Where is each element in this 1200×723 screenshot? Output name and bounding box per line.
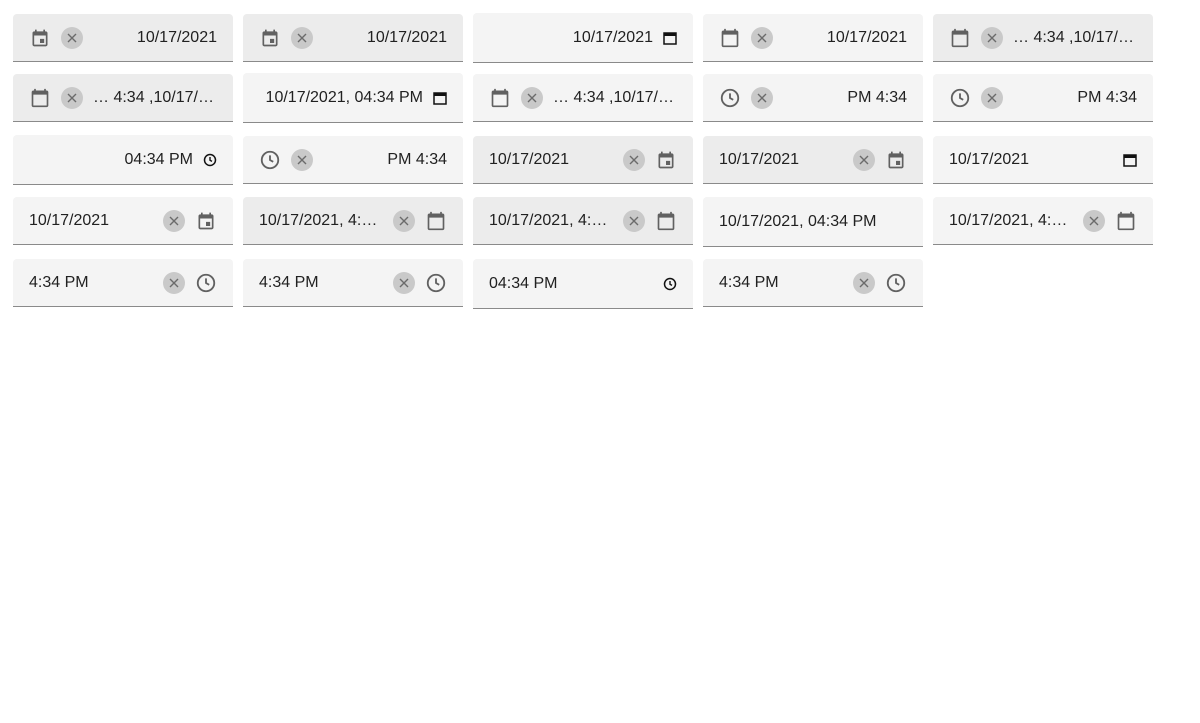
time-field-r3c2[interactable]: PM 4:34: [243, 136, 463, 184]
calendar-icon[interactable]: [949, 27, 971, 49]
clock-icon[interactable]: [259, 149, 281, 171]
field-value: 10/17/2021: [719, 150, 800, 168]
clear-icon[interactable]: [853, 148, 875, 171]
field-value: 04:34 PM: [489, 274, 558, 292]
clear-icon[interactable]: [393, 209, 415, 232]
clock-icon[interactable]: [425, 272, 447, 294]
calendar-icon[interactable]: [1123, 153, 1137, 167]
datetime-field-r4c2[interactable]: 10/17/2021, 4:34 PM: [243, 197, 463, 245]
calendar-icon[interactable]: [885, 149, 907, 171]
time-field-r5c4[interactable]: 4:34 PM: [703, 259, 923, 307]
field-value: 04:34 PM: [124, 150, 193, 168]
datetime-field-r4c5[interactable]: 10/17/2021, 4:34 PM: [933, 197, 1153, 245]
clock-icon[interactable]: [885, 272, 907, 294]
native-time-field-r5c3[interactable]: 04:34 PM: [473, 259, 693, 309]
calendar-icon[interactable]: [489, 87, 511, 109]
field-value: 4:34 PM: [29, 273, 89, 291]
field-value: 10/17/2021: [949, 150, 1030, 168]
clear-icon[interactable]: [291, 148, 313, 171]
date-field-r1c2[interactable]: 10/17/2021: [243, 14, 463, 62]
calendar-icon[interactable]: [655, 149, 677, 171]
field-value: … 4:34 ,10/17/2021: [553, 88, 677, 106]
field-value: 10/17/2021, 04:34 PM: [719, 212, 877, 230]
calendar-icon[interactable]: [425, 210, 447, 232]
clock-icon[interactable]: [663, 277, 677, 291]
date-field-r4c1[interactable]: 10/17/2021: [13, 197, 233, 245]
clear-icon[interactable]: [623, 148, 645, 171]
date-field-r1c4[interactable]: 10/17/2021: [703, 14, 923, 62]
time-field-r5c1[interactable]: 4:34 PM: [13, 259, 233, 307]
field-value: PM 4:34: [1077, 88, 1137, 106]
field-value: 10/17/2021: [572, 28, 653, 46]
field-value: 10/17/2021, 4:34 PM: [949, 211, 1073, 229]
clear-icon[interactable]: [291, 26, 313, 49]
clear-icon[interactable]: [751, 26, 773, 49]
calendar-icon[interactable]: [433, 91, 447, 105]
field-value: 10/17/2021: [29, 211, 110, 229]
field-value: PM 4:34: [387, 150, 447, 168]
field-value: 10/17/2021, 4:34 PM: [259, 211, 383, 229]
calendar-icon[interactable]: [1115, 210, 1137, 232]
calendar-icon[interactable]: [29, 87, 51, 109]
calendar-icon[interactable]: [719, 27, 741, 49]
date-field-r1c1[interactable]: 10/17/2021: [13, 14, 233, 62]
field-value: … 4:34 ,10/17/2021: [93, 88, 217, 106]
native-datetime-field-r2c2[interactable]: 10/17/2021, 04:34 PM: [243, 73, 463, 123]
clear-icon[interactable]: [521, 86, 543, 109]
native-time-field-r3c1[interactable]: 04:34 PM: [13, 135, 233, 185]
calendar-icon[interactable]: [655, 210, 677, 232]
field-value: 10/17/2021: [366, 28, 447, 46]
clear-icon[interactable]: [163, 209, 185, 232]
clear-icon[interactable]: [751, 86, 773, 109]
calendar-icon[interactable]: [259, 27, 281, 49]
datetime-field-r2c1[interactable]: … 4:34 ,10/17/2021: [13, 74, 233, 122]
clock-icon[interactable]: [949, 87, 971, 109]
clear-icon[interactable]: [1083, 209, 1105, 232]
field-value: 4:34 PM: [719, 273, 779, 291]
calendar-icon[interactable]: [195, 210, 217, 232]
clear-icon[interactable]: [981, 26, 1003, 49]
clear-icon[interactable]: [61, 86, 83, 109]
field-value: 4:34 PM: [259, 273, 319, 291]
field-value: … 4:34 ,10/17/2021: [1013, 28, 1137, 46]
clear-icon[interactable]: [393, 271, 415, 294]
clear-icon[interactable]: [853, 271, 875, 294]
calendar-icon[interactable]: [663, 31, 677, 45]
clear-icon[interactable]: [163, 271, 185, 294]
time-field-r2c5[interactable]: PM 4:34: [933, 74, 1153, 122]
time-field-r5c2[interactable]: 4:34 PM: [243, 259, 463, 307]
clock-icon[interactable]: [195, 272, 217, 294]
clear-icon[interactable]: [981, 86, 1003, 109]
native-date-field-r3c5[interactable]: 10/17/2021: [933, 136, 1153, 184]
field-value: PM 4:34: [847, 88, 907, 106]
datetime-field-r2c3[interactable]: … 4:34 ,10/17/2021: [473, 74, 693, 122]
clock-icon[interactable]: [203, 153, 217, 167]
calendar-icon[interactable]: [29, 27, 51, 49]
time-field-r2c4[interactable]: PM 4:34: [703, 74, 923, 122]
datetime-field-r4c3[interactable]: 10/17/2021, 4:34 PM: [473, 197, 693, 245]
field-value: 10/17/2021, 04:34 PM: [265, 88, 423, 106]
native-datetime-field-r4c4[interactable]: 10/17/2021, 04:34 PM: [703, 197, 923, 247]
field-value: 10/17/2021: [826, 28, 907, 46]
datetime-field-r1c5[interactable]: … 4:34 ,10/17/2021: [933, 14, 1153, 62]
field-value: 10/17/2021, 4:34 PM: [489, 211, 613, 229]
native-date-field-r1c3[interactable]: 10/17/2021: [473, 13, 693, 63]
date-field-r3c3[interactable]: 10/17/2021: [473, 136, 693, 184]
clear-icon[interactable]: [61, 26, 83, 49]
field-value: 10/17/2021: [489, 150, 570, 168]
clock-icon[interactable]: [719, 87, 741, 109]
date-field-r3c4[interactable]: 10/17/2021: [703, 136, 923, 184]
field-value: 10/17/2021: [136, 28, 217, 46]
clear-icon[interactable]: [623, 209, 645, 232]
